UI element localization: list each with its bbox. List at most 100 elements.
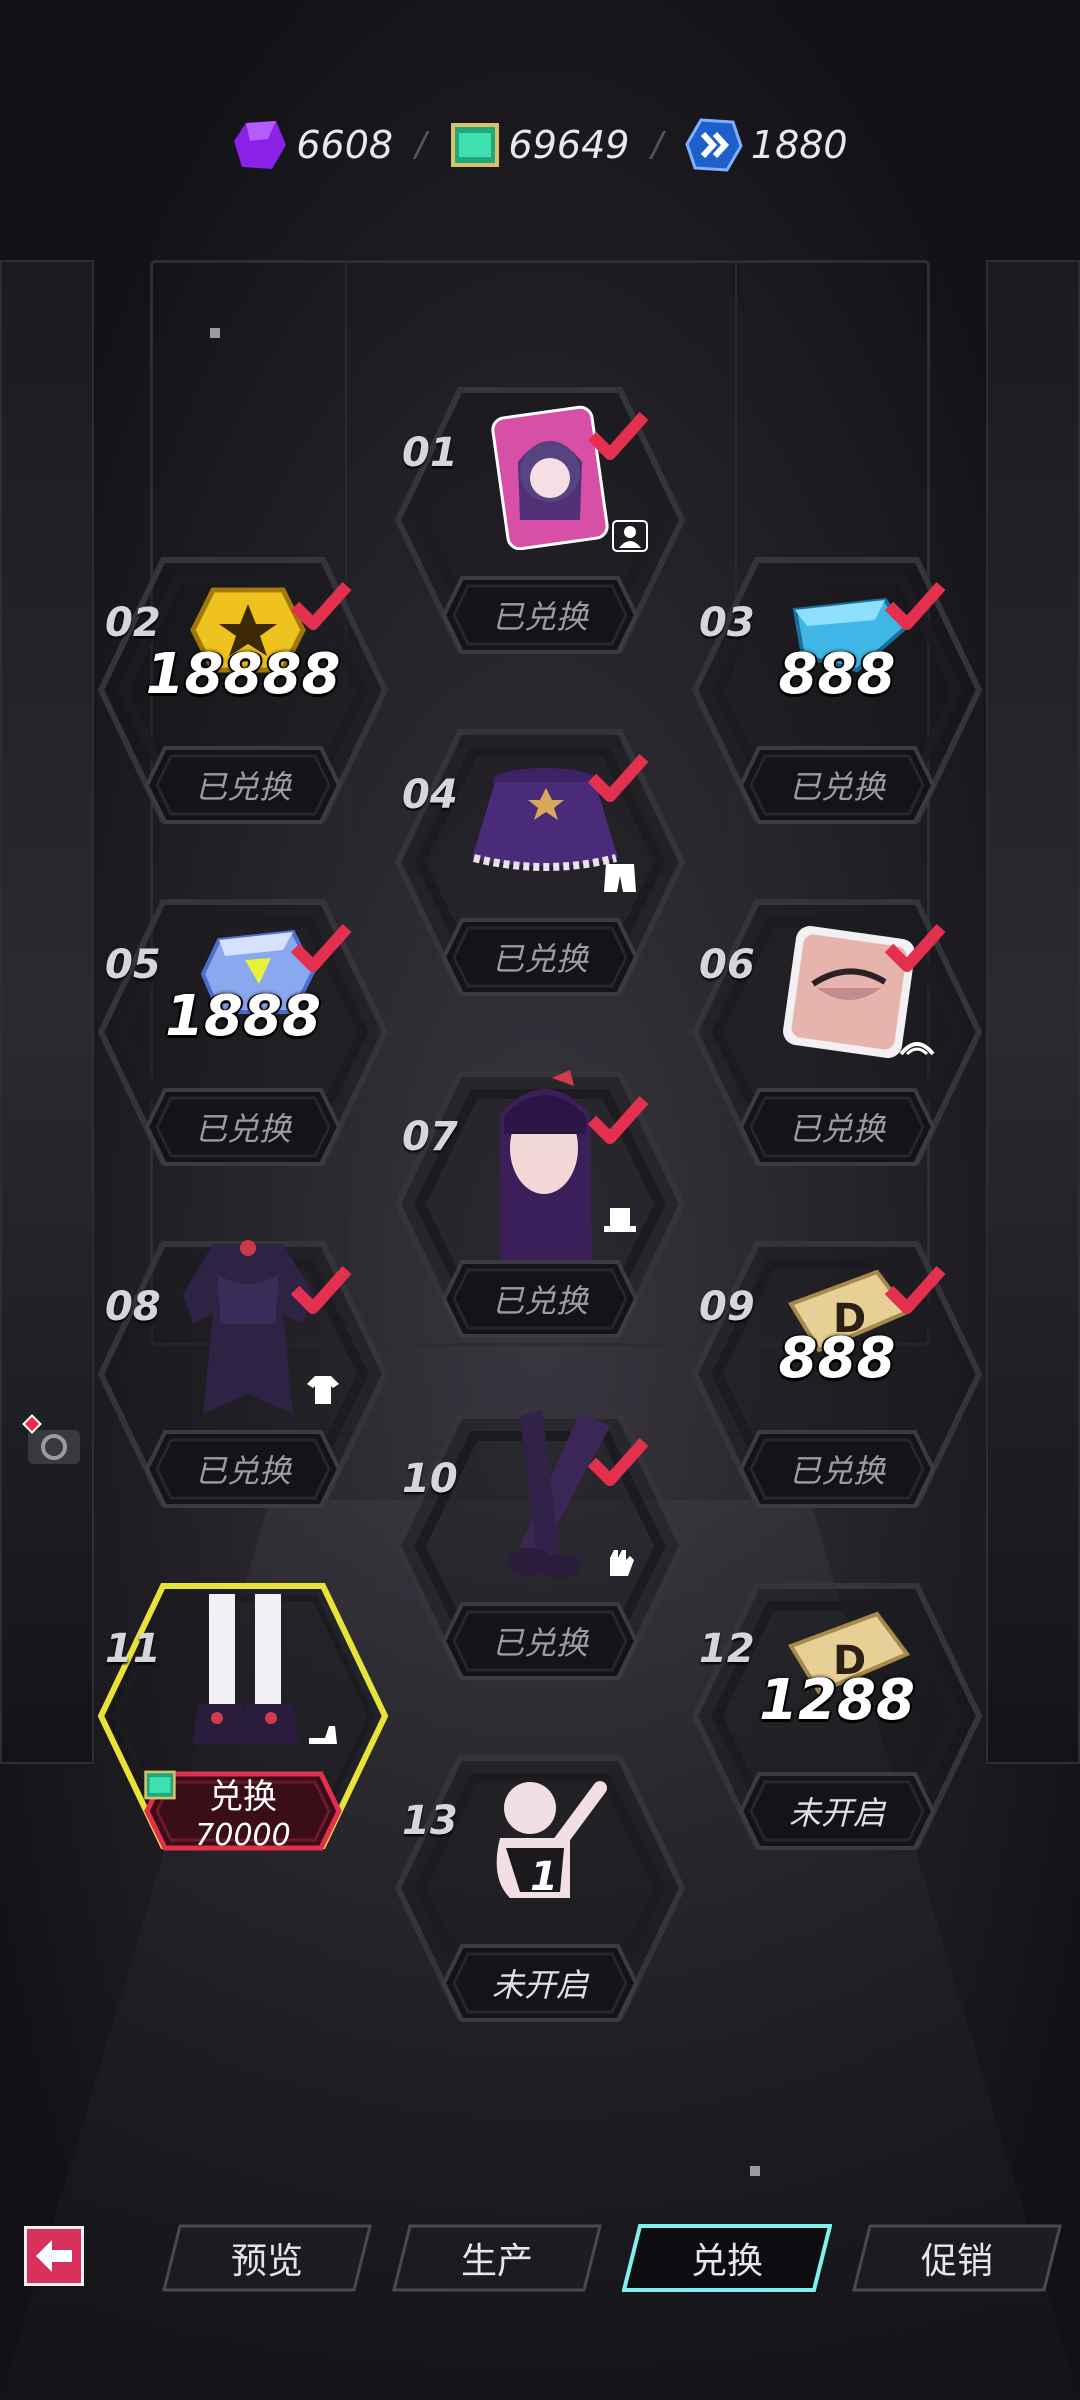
item-number: 09 bbox=[699, 1284, 755, 1330]
redeemed-button[interactable]: 已兑换 bbox=[737, 1426, 937, 1512]
checkmark-icon bbox=[586, 1092, 650, 1148]
item-number: 06 bbox=[699, 942, 755, 988]
item-number: 11 bbox=[105, 1626, 161, 1672]
shoe-icon bbox=[309, 1726, 337, 1744]
reward-item-06[interactable]: 06 已兑换 bbox=[687, 892, 987, 1172]
bottom-nav: 预览 生产 兑换 促销 bbox=[0, 2210, 1080, 2310]
checkmark-icon bbox=[586, 750, 650, 806]
redeemed-button[interactable]: 已兑换 bbox=[737, 1084, 937, 1170]
redeemed-button[interactable]: 已兑换 bbox=[737, 742, 937, 828]
tab-label: 兑换 bbox=[690, 2241, 763, 2282]
redeem-button[interactable]: 兑换 70000 bbox=[143, 1768, 343, 1854]
reward-item-09[interactable]: 09 D 888 已兑换 bbox=[687, 1234, 987, 1514]
tab-label: 促销 bbox=[920, 2241, 993, 2282]
glove-icon bbox=[610, 1550, 634, 1576]
reward-item-10[interactable]: 10 已兑换 bbox=[390, 1406, 690, 1686]
redeemed-button[interactable]: 已兑换 bbox=[143, 1426, 343, 1512]
item-number: 05 bbox=[105, 942, 161, 988]
reward-item-04[interactable]: 04 已兑换 bbox=[390, 722, 690, 1002]
pose-figure-icon: 1 bbox=[496, 1781, 607, 1900]
shorts-icon bbox=[604, 864, 636, 892]
cost-display: 70000 bbox=[144, 1770, 291, 1853]
back-arrow-icon bbox=[36, 2240, 72, 2272]
checkmark-icon bbox=[289, 1262, 353, 1318]
reward-item-08[interactable]: 08 已兑换 bbox=[93, 1234, 393, 1514]
button-label: 已兑换 bbox=[788, 1452, 885, 1490]
currency-purple-crystal: 6608 bbox=[232, 117, 393, 173]
redeemed-button[interactable]: 已兑换 bbox=[440, 1598, 640, 1684]
back-button[interactable] bbox=[24, 2226, 84, 2286]
shirt-icon bbox=[307, 1376, 339, 1404]
reward-amount: 1288 bbox=[759, 1668, 915, 1733]
reward-amount: 18888 bbox=[145, 642, 341, 707]
item-number: 07 bbox=[402, 1114, 458, 1160]
separator: / bbox=[415, 125, 427, 165]
reward-amount: 1888 bbox=[165, 984, 321, 1049]
button-label: 已兑换 bbox=[491, 598, 588, 636]
item-number: 04 bbox=[402, 772, 458, 818]
decor-dot bbox=[750, 2166, 760, 2176]
tab-promotion[interactable]: 促销 bbox=[852, 2222, 1062, 2294]
reward-item-03[interactable]: 03 888 已兑换 bbox=[687, 550, 987, 830]
reward-item-01[interactable]: 01 已兑换 bbox=[390, 380, 690, 660]
redeemed-button[interactable]: 已兑换 bbox=[440, 572, 640, 658]
button-label: 已兑换 bbox=[788, 768, 885, 806]
currency-green-scroll: 69649 bbox=[449, 119, 630, 171]
tab-label: 预览 bbox=[230, 2241, 303, 2282]
eye-icon bbox=[899, 1042, 935, 1056]
reward-item-12[interactable]: 12 D 1288 未开启 bbox=[687, 1576, 987, 1856]
purple-crystal-icon bbox=[234, 121, 287, 169]
item-number: 01 bbox=[402, 430, 458, 476]
button-label: 已兑换 bbox=[194, 768, 291, 806]
redeemed-button[interactable]: 已兑换 bbox=[440, 1256, 640, 1342]
checkmark-icon bbox=[883, 920, 947, 976]
reward-amount: 888 bbox=[778, 642, 896, 707]
button-label: 已兑换 bbox=[491, 940, 588, 978]
person-icon bbox=[612, 520, 648, 552]
button-label: 已兑换 bbox=[194, 1110, 291, 1148]
tab-label: 生产 bbox=[460, 2241, 533, 2282]
cost-value: 70000 bbox=[195, 1818, 291, 1853]
button-label: 已兑换 bbox=[491, 1624, 588, 1662]
button-label: 未开启 bbox=[788, 1794, 885, 1832]
reward-item-07[interactable]: 07 已兑换 bbox=[390, 1064, 690, 1344]
locked-button[interactable]: 未开启 bbox=[440, 1940, 640, 2026]
currency-value: 1880 bbox=[750, 123, 848, 167]
checkmark-icon bbox=[289, 920, 353, 976]
currency-bar: 6608 / 69649 / 1880 bbox=[0, 110, 1080, 180]
svg-text:1: 1 bbox=[530, 1854, 558, 1900]
reward-item-05[interactable]: 05 1888 已兑换 bbox=[93, 892, 393, 1172]
redeemed-button[interactable]: 已兑换 bbox=[143, 1084, 343, 1170]
tab-production[interactable]: 生产 bbox=[392, 2222, 602, 2294]
checkmark-icon bbox=[586, 1434, 650, 1490]
tab-exchange[interactable]: 兑换 bbox=[622, 2222, 832, 2294]
redeemed-button[interactable]: 已兑换 bbox=[143, 742, 343, 828]
decor-dot bbox=[210, 328, 220, 338]
currency-value: 69649 bbox=[508, 123, 630, 167]
hat-icon bbox=[604, 1208, 636, 1232]
blue-badge-icon bbox=[685, 118, 743, 172]
button-label: 已兑换 bbox=[491, 1282, 588, 1320]
green-scroll-icon bbox=[450, 123, 499, 167]
reward-amount: 888 bbox=[778, 1326, 896, 1391]
camera-icon[interactable] bbox=[18, 1412, 84, 1468]
checkmark-icon bbox=[586, 408, 650, 464]
reward-item-02[interactable]: 02 18888 已兑换 bbox=[93, 550, 393, 830]
currency-blue-badge: 1880 bbox=[685, 116, 848, 174]
item-number: 13 bbox=[402, 1798, 458, 1844]
checkmark-icon bbox=[883, 578, 947, 634]
item-number: 03 bbox=[699, 600, 755, 646]
button-label: 已兑换 bbox=[194, 1452, 291, 1490]
reward-item-11[interactable]: 11 兑换 70000 bbox=[93, 1576, 393, 1856]
tab-preview[interactable]: 预览 bbox=[162, 2222, 372, 2294]
checkmark-icon bbox=[289, 578, 353, 634]
green-scroll-icon bbox=[144, 1770, 176, 1800]
redeemed-button[interactable]: 已兑换 bbox=[440, 914, 640, 1000]
separator: / bbox=[651, 125, 663, 165]
reward-item-13[interactable]: 13 1 未开启 bbox=[390, 1748, 690, 2028]
button-label: 兑换 bbox=[209, 1777, 277, 1817]
locked-button[interactable]: 未开启 bbox=[737, 1768, 937, 1854]
item-number: 12 bbox=[699, 1626, 755, 1672]
item-number: 02 bbox=[105, 600, 161, 646]
button-label: 未开启 bbox=[491, 1966, 588, 2004]
